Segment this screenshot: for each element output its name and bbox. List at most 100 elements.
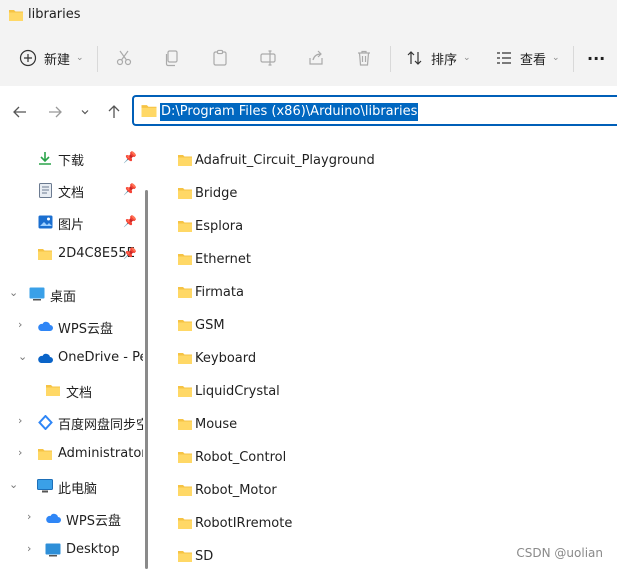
sidebar-item-desktop[interactable]: ⌄ 桌面	[0, 280, 140, 308]
scissors-icon	[114, 48, 134, 68]
rename-button[interactable]	[258, 44, 278, 72]
cloud-icon	[37, 318, 53, 334]
divider	[573, 46, 574, 72]
folder-icon	[177, 318, 193, 336]
list-item[interactable]: Ethernet	[150, 243, 617, 276]
forward-button[interactable]	[44, 101, 66, 123]
copy-icon	[162, 48, 182, 68]
view-button[interactable]: 查看 ⌄	[494, 44, 560, 72]
list-item[interactable]: Robot_Motor	[150, 474, 617, 507]
chevron-down-icon: ⌄	[463, 53, 471, 63]
divider	[390, 46, 391, 72]
file-name: Robot_Motor	[195, 483, 277, 498]
file-name: GSM	[195, 318, 225, 333]
arrow-left-icon	[13, 106, 26, 118]
clipboard-icon	[210, 48, 230, 68]
picture-icon	[37, 214, 53, 230]
copy-button[interactable]	[162, 44, 182, 72]
sidebar-item-wps-cloud[interactable]: › WPS云盘	[0, 312, 140, 340]
chevron-down-icon[interactable]: ⌄	[18, 351, 28, 362]
list-item[interactable]: Robot_Control	[150, 441, 617, 474]
chevron-right-icon[interactable]: ›	[27, 511, 37, 522]
view-button-label: 查看	[520, 52, 547, 68]
list-item[interactable]: Keyboard	[150, 342, 617, 375]
list-item[interactable]: GSM	[150, 309, 617, 342]
desktop-icon	[45, 542, 61, 558]
sidebar-item-documents[interactable]: 文档 📌	[0, 176, 140, 204]
folder-icon	[140, 103, 158, 122]
list-item[interactable]: Esplora	[150, 210, 617, 243]
chevron-down-icon: ⌄	[552, 53, 560, 63]
list-item[interactable]: Adafruit_Circuit_Playground	[150, 144, 617, 177]
sidebar-item-label: 此电脑	[58, 482, 98, 497]
cut-button[interactable]	[114, 44, 134, 72]
up-button[interactable]	[103, 101, 125, 123]
pin-icon: 📌	[123, 215, 137, 228]
recent-locations-button[interactable]	[74, 101, 96, 123]
paste-button[interactable]	[210, 44, 230, 72]
sidebar-item-this-pc[interactable]: ⌄ 此电脑	[0, 472, 140, 500]
chevron-down-icon[interactable]: ⌄	[9, 479, 19, 490]
new-button[interactable]: 新建 ⌄	[18, 44, 84, 72]
sidebar-item-baidu-sync[interactable]: › 百度网盘同步空	[0, 408, 143, 436]
folder-icon	[37, 246, 53, 262]
sort-button[interactable]: 排序 ⌄	[405, 44, 471, 72]
list-item[interactable]: RobotIRremote	[150, 507, 617, 540]
sidebar-scrollbar[interactable]	[145, 190, 148, 569]
list-item[interactable]: Firmata	[150, 276, 617, 309]
back-button[interactable]	[9, 101, 31, 123]
chevron-right-icon[interactable]: ›	[18, 447, 28, 458]
onedrive-icon	[37, 350, 53, 366]
list-item[interactable]: Bridge	[150, 177, 617, 210]
chevron-right-icon[interactable]: ›	[18, 415, 28, 426]
file-name: Esplora	[195, 219, 244, 234]
address-bar[interactable]: D:\Program Files (x86)\Arduino\libraries	[132, 95, 617, 126]
chevron-down-icon[interactable]: ⌄	[9, 287, 19, 298]
folder-icon	[177, 417, 193, 435]
chevron-down-icon: ⌄	[76, 53, 84, 63]
sort-icon	[405, 48, 425, 68]
sidebar-item-onedrive-documents[interactable]: 文档	[0, 376, 140, 404]
navigation-bar: D:\Program Files (x86)\Arduino\libraries	[0, 86, 617, 136]
file-name: Adafruit_Circuit_Playground	[195, 153, 375, 168]
file-name: SD	[195, 549, 214, 564]
sidebar-item-pc-desktop[interactable]: › Desktop	[0, 536, 140, 564]
file-name: Keyboard	[195, 351, 257, 366]
more-options-button[interactable]: ···	[587, 44, 605, 72]
folder-icon	[45, 382, 61, 398]
sidebar-item-downloads[interactable]: 下载 📌	[0, 144, 140, 172]
folder-icon	[177, 186, 193, 204]
sidebar-item-label: 百度网盘同步空	[58, 418, 143, 433]
arrow-up-icon	[108, 105, 120, 118]
chevron-right-icon[interactable]: ›	[27, 543, 37, 554]
folder-icon	[177, 285, 193, 303]
sidebar-item-2d4c8e55e[interactable]: 2D4C8E55E 📌	[0, 240, 140, 268]
file-name: Robot_Control	[195, 450, 287, 465]
address-input[interactable]: D:\Program Files (x86)\Arduino\libraries	[160, 103, 419, 121]
desktop-icon	[29, 286, 45, 302]
folder-icon	[177, 252, 193, 270]
file-name: RobotIRremote	[195, 516, 293, 531]
sidebar-item-label: Administrator	[58, 446, 143, 461]
sidebar-item-wps-cloud-pc[interactable]: › WPS云盘	[0, 504, 140, 532]
share-button[interactable]	[306, 44, 326, 72]
delete-button[interactable]	[354, 44, 374, 72]
sidebar-item-administrator[interactable]: › Administrator	[0, 440, 143, 468]
file-name: LiquidCrystal	[195, 384, 280, 399]
sidebar-item-pictures[interactable]: 图片 📌	[0, 208, 140, 236]
sidebar-item-onedrive[interactable]: ⌄ OneDrive - Pe	[0, 344, 143, 372]
sidebar-item-label: Desktop	[66, 542, 120, 557]
pin-icon: 📌	[123, 247, 137, 260]
list-item[interactable]: Mouse	[150, 408, 617, 441]
trash-icon	[354, 48, 374, 68]
navigation-pane: 下载 📌 文档 📌 图片 📌 2D4C8E55E 📌 ⌄ 桌面 › WPS云盘 …	[0, 136, 143, 569]
file-name: Firmata	[195, 285, 244, 300]
folder-icon	[37, 446, 53, 462]
sort-button-label: 排序	[431, 52, 458, 68]
list-view-icon	[494, 48, 514, 68]
baidu-netdisk-icon	[37, 414, 53, 430]
pin-icon: 📌	[123, 151, 137, 164]
rename-icon	[258, 48, 278, 68]
list-item[interactable]: LiquidCrystal	[150, 375, 617, 408]
chevron-right-icon[interactable]: ›	[18, 319, 28, 330]
